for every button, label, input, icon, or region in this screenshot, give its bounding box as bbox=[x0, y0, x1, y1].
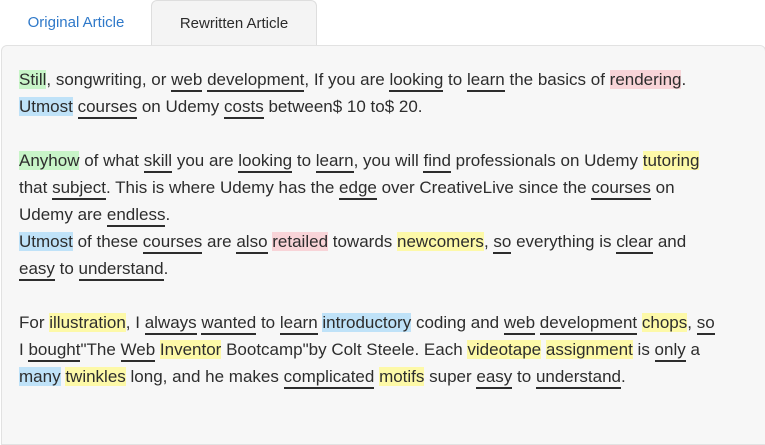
highlighted-word[interactable]: assignment bbox=[545, 340, 633, 359]
underlined-word[interactable]: development bbox=[207, 70, 305, 92]
highlighted-word[interactable]: twinkles bbox=[65, 367, 126, 386]
underlined-word[interactable]: edge bbox=[339, 178, 377, 200]
highlighted-word[interactable]: newcomers bbox=[397, 232, 484, 251]
highlighted-word[interactable]: Utmost bbox=[19, 97, 73, 116]
text-segment: to bbox=[443, 70, 467, 89]
text-segment: between$ 10 to$ 20. bbox=[263, 97, 423, 116]
underlined-word[interactable]: web bbox=[171, 70, 203, 92]
underlined-word[interactable]: courses bbox=[142, 232, 203, 254]
underlined-word[interactable]: easy bbox=[476, 367, 513, 389]
underlined-word[interactable]: understand bbox=[535, 367, 622, 389]
highlighted-word[interactable]: Still bbox=[19, 70, 47, 89]
highlighted-word[interactable]: rendering bbox=[609, 70, 682, 89]
underlined-word[interactable]: looking bbox=[389, 70, 444, 92]
underlined-word[interactable]: costs bbox=[224, 97, 264, 119]
text-segment: Bootcamp"by Colt Steele. Each bbox=[221, 340, 468, 359]
underlined-word[interactable]: learn bbox=[466, 70, 505, 92]
underlined-word[interactable]: also bbox=[236, 232, 268, 254]
text-segment: . bbox=[163, 259, 169, 278]
underlined-word[interactable]: clear bbox=[616, 232, 654, 254]
text-segment: . bbox=[621, 367, 626, 386]
underlined-word[interactable]: learn bbox=[279, 313, 318, 335]
text-segment: is bbox=[632, 340, 655, 359]
highlighted-word[interactable]: tutoring bbox=[642, 151, 700, 170]
text-segment: to bbox=[512, 367, 536, 386]
highlighted-word[interactable]: retailed bbox=[272, 232, 329, 251]
text-segment: , bbox=[483, 232, 494, 251]
highlighted-word[interactable]: many bbox=[19, 367, 61, 386]
text-segment: towards bbox=[328, 232, 398, 251]
text-segment: , songwriting, or bbox=[46, 70, 172, 89]
underlined-word[interactable]: only bbox=[654, 340, 686, 362]
highlighted-word[interactable]: Anyhow bbox=[19, 151, 80, 170]
underlined-word[interactable]: complicated bbox=[283, 367, 375, 389]
article-body: Still, songwriting, or web development, … bbox=[19, 66, 719, 417]
highlighted-word[interactable]: introductory bbox=[322, 313, 412, 332]
underlined-word[interactable]: so bbox=[696, 313, 715, 335]
highlighted-word[interactable]: Utmost bbox=[19, 232, 73, 251]
text-segment: and bbox=[653, 232, 687, 251]
text-segment: of what bbox=[79, 151, 144, 170]
text-segment: to bbox=[256, 313, 280, 332]
text-segment: long, and he makes bbox=[125, 367, 284, 386]
text-segment: "The bbox=[80, 340, 121, 359]
article-paragraph: Anyhow of what skill you are looking to … bbox=[19, 147, 719, 282]
underlined-word[interactable]: courses bbox=[77, 97, 138, 119]
text-segment: . bbox=[165, 205, 171, 224]
underlined-word[interactable]: skill bbox=[143, 151, 173, 173]
text-segment: over CreativeLive since the bbox=[376, 178, 592, 197]
text-segment: For bbox=[19, 313, 50, 332]
text-segment: of these bbox=[72, 232, 143, 251]
text-segment: that bbox=[19, 178, 53, 197]
text-segment: , I bbox=[125, 313, 145, 332]
text-segment: are bbox=[202, 232, 237, 251]
text-segment bbox=[73, 97, 78, 116]
text-segment: to bbox=[54, 259, 79, 278]
text-segment: coding and bbox=[411, 313, 504, 332]
article-paragraph: Still, songwriting, or web development, … bbox=[19, 66, 719, 120]
article-tabs: Original Article Rewritten Article bbox=[0, 0, 765, 46]
underlined-word[interactable]: so bbox=[493, 232, 512, 254]
underlined-word[interactable]: easy bbox=[19, 259, 55, 281]
text-segment: . bbox=[681, 70, 687, 89]
underlined-word[interactable]: subject bbox=[52, 178, 106, 200]
text-segment: on Udemy bbox=[137, 97, 225, 116]
text-segment: everything is bbox=[511, 232, 617, 251]
text-segment: . This is where Udemy has the bbox=[105, 178, 340, 197]
text-segment: a bbox=[685, 340, 700, 359]
highlighted-word[interactable]: Inventor bbox=[159, 340, 222, 359]
underlined-word[interactable]: understand bbox=[78, 259, 164, 281]
highlighted-word[interactable]: illustration bbox=[49, 313, 126, 332]
text-segment: to bbox=[292, 151, 316, 170]
underlined-word[interactable]: looking bbox=[238, 151, 293, 173]
underlined-word[interactable]: Web bbox=[120, 340, 156, 362]
underlined-word[interactable]: web bbox=[503, 313, 536, 335]
text-segment: professionals on Udemy bbox=[450, 151, 643, 170]
text-segment: you are bbox=[172, 151, 239, 170]
underlined-word[interactable]: always bbox=[144, 313, 197, 335]
underlined-word[interactable]: wanted bbox=[201, 313, 257, 335]
underlined-word[interactable]: find bbox=[423, 151, 451, 173]
text-segment: , If you are bbox=[304, 70, 390, 89]
text-segment: , bbox=[687, 313, 697, 332]
text-segment: super bbox=[424, 367, 477, 386]
underlined-word[interactable]: endless bbox=[106, 205, 166, 227]
underlined-word[interactable]: learn bbox=[315, 151, 354, 173]
highlighted-word[interactable]: videotape bbox=[467, 340, 542, 359]
article-paragraph: For illustration, I always wanted to lea… bbox=[19, 309, 719, 390]
highlighted-word[interactable]: motifs bbox=[379, 367, 425, 386]
text-segment: , you will bbox=[353, 151, 424, 170]
underlined-word[interactable]: development bbox=[539, 313, 638, 335]
article-panel: Still, songwriting, or web development, … bbox=[1, 45, 765, 445]
text-segment: the basics of bbox=[504, 70, 610, 89]
tab-rewritten-article[interactable]: Rewritten Article bbox=[151, 0, 317, 45]
highlighted-word[interactable]: chops bbox=[641, 313, 688, 332]
tab-original-article[interactable]: Original Article bbox=[1, 0, 151, 45]
underlined-word[interactable]: courses bbox=[591, 178, 651, 200]
underlined-word[interactable]: bought bbox=[28, 340, 81, 362]
